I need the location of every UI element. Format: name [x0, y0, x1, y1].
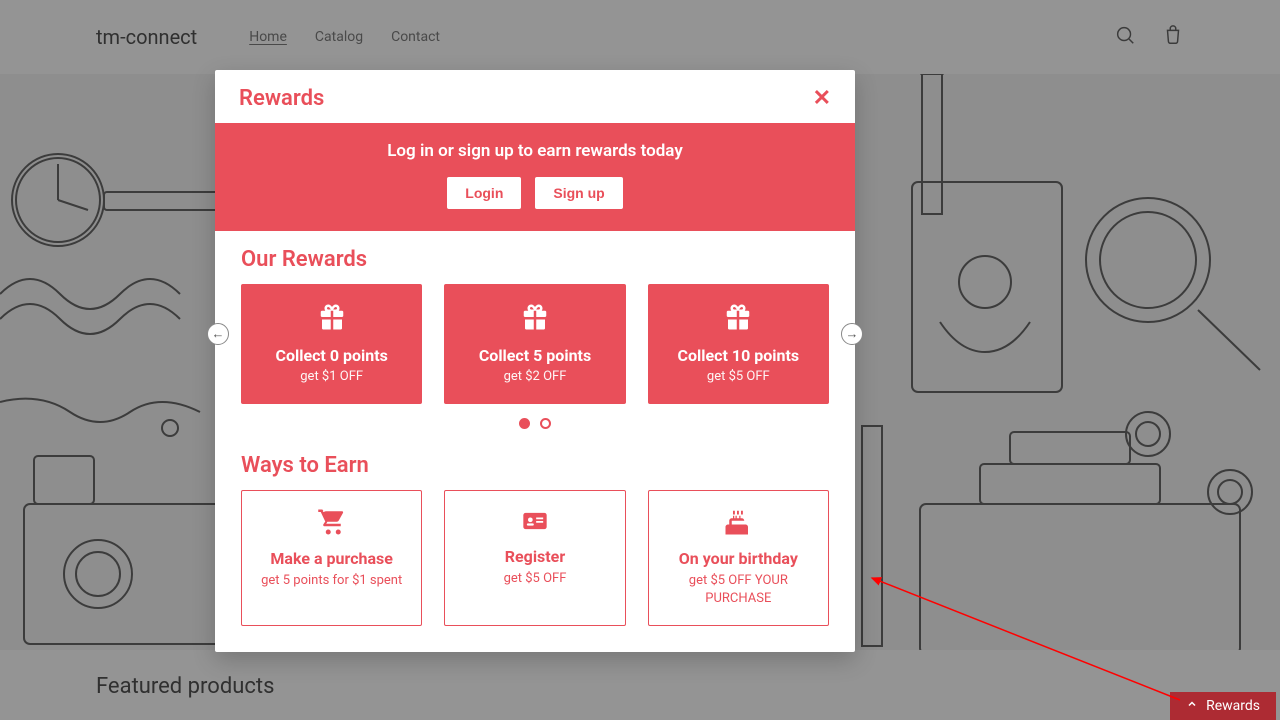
signup-button[interactable]: Sign up — [535, 177, 622, 209]
login-button[interactable]: Login — [447, 177, 521, 209]
earn-section: Ways to Earn Make a purchase get 5 point… — [215, 437, 855, 652]
earn-cards: Make a purchase get 5 points for $1 spen… — [241, 490, 829, 626]
rewards-section: Our Rewards Collect 0 points get $1 OFF … — [215, 231, 855, 437]
rewards-heading: Our Rewards — [241, 247, 829, 272]
gift-icon — [721, 317, 755, 336]
gift-icon — [518, 317, 552, 336]
reward-sub: get $5 OFF — [656, 369, 821, 384]
reward-card[interactable]: Collect 10 points get $5 OFF — [648, 284, 829, 404]
reward-card[interactable]: Collect 0 points get $1 OFF — [241, 284, 422, 404]
reward-sub: get $2 OFF — [452, 369, 617, 384]
earn-title: On your birthday — [659, 549, 818, 568]
earn-card[interactable]: Register get $5 OFF — [444, 490, 625, 626]
earn-title: Register — [455, 547, 614, 566]
dot-1[interactable] — [519, 418, 530, 429]
floating-tab-label: Rewards — [1206, 698, 1260, 714]
carousel-next-button[interactable]: → — [841, 323, 863, 345]
earn-sub: get $5 OFF — [455, 570, 614, 588]
earn-sub: get $5 OFF YOUR PURCHASE — [659, 572, 818, 607]
dot-2[interactable] — [540, 418, 551, 429]
reward-title: Collect 0 points — [249, 346, 414, 365]
reward-card[interactable]: Collect 5 points get $2 OFF — [444, 284, 625, 404]
carousel-dots — [241, 418, 829, 433]
id-card-icon — [518, 520, 552, 539]
cart-icon — [315, 522, 349, 541]
close-icon[interactable]: ✕ — [813, 88, 831, 110]
floating-rewards-tab[interactable]: Rewards — [1170, 692, 1276, 720]
auth-message: Log in or sign up to earn rewards today — [231, 141, 839, 161]
earn-card[interactable]: Make a purchase get 5 points for $1 spen… — [241, 490, 422, 626]
reward-title: Collect 5 points — [452, 346, 617, 365]
rewards-cards: Collect 0 points get $1 OFF Collect 5 po… — [241, 284, 829, 404]
carousel-prev-button[interactable]: ← — [207, 323, 229, 345]
earn-title: Make a purchase — [252, 549, 411, 568]
rewards-modal: Rewards ✕ Log in or sign up to earn rewa… — [215, 70, 855, 652]
earn-sub: get 5 points for $1 spent — [252, 572, 411, 590]
birthday-cake-icon — [721, 522, 755, 541]
earn-card[interactable]: On your birthday get $5 OFF YOUR PURCHAS… — [648, 490, 829, 626]
earn-heading: Ways to Earn — [241, 453, 829, 478]
auth-band: Log in or sign up to earn rewards today … — [215, 123, 855, 231]
reward-sub: get $1 OFF — [249, 369, 414, 384]
modal-title: Rewards — [239, 86, 324, 111]
reward-title: Collect 10 points — [656, 346, 821, 365]
chevron-up-icon — [1186, 698, 1198, 714]
gift-icon — [315, 317, 349, 336]
